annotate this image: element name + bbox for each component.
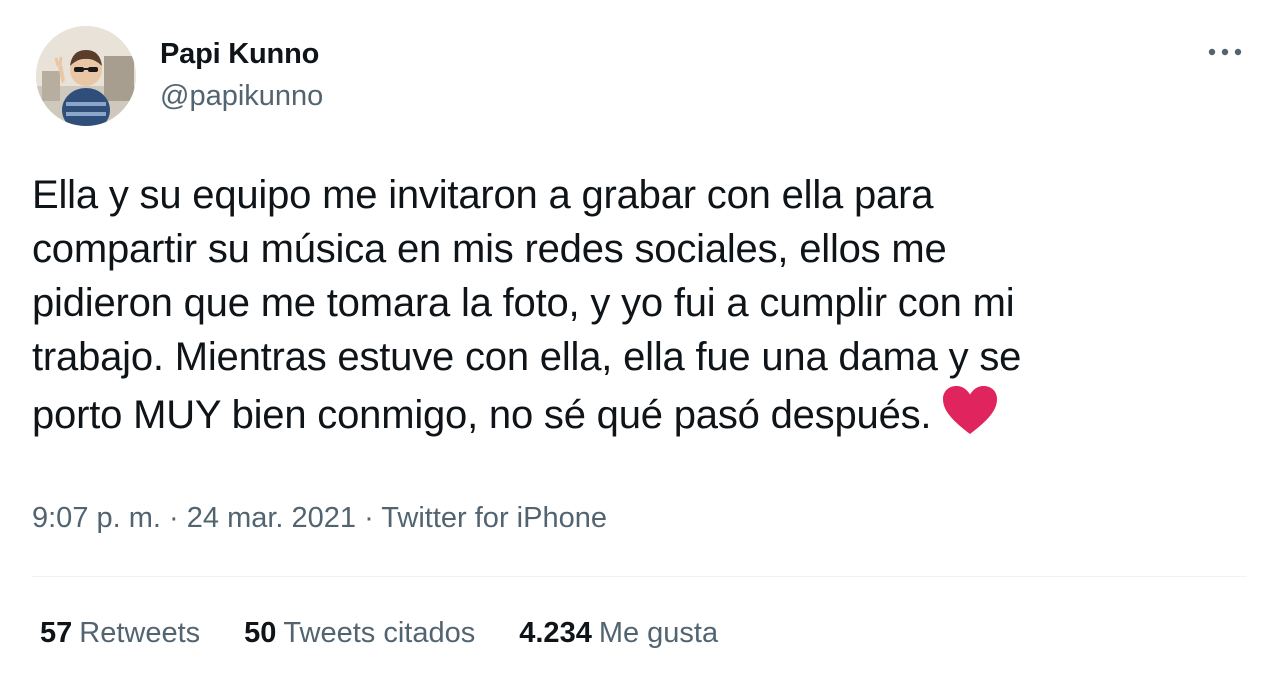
- likes-stat[interactable]: 4.234 Me gusta: [519, 617, 718, 650]
- likes-count: 4.234: [519, 617, 592, 649]
- tweet-text: Ella y su equipo me invitaron a grabar c…: [32, 168, 1247, 442]
- quote-tweets-label: Tweets citados: [283, 617, 476, 649]
- author-handle[interactable]: @papikunno: [160, 80, 323, 113]
- retweets-stat[interactable]: 57 Retweets: [40, 617, 200, 650]
- tweet-text-line: porto MUY bien conmigo, no sé qué pasó d…: [32, 393, 932, 437]
- tweet-time[interactable]: 9:07 p. m.: [32, 502, 161, 534]
- avatar[interactable]: [36, 26, 136, 126]
- meta-separator: ·: [356, 502, 382, 534]
- quote-tweets-count: 50: [244, 617, 277, 649]
- tweet-text-last-line: porto MUY bien conmigo, no sé qué pasó d…: [32, 384, 1247, 442]
- quote-tweets-stat[interactable]: 50 Tweets citados: [244, 617, 475, 650]
- retweets-count: 57: [40, 617, 73, 649]
- more-horizontal-icon: [1208, 48, 1242, 56]
- tweet-text-line: Ella y su equipo me invitaron a grabar c…: [32, 173, 934, 217]
- avatar-photo: [36, 26, 136, 126]
- author-display-name[interactable]: Papi Kunno: [160, 38, 319, 71]
- tweet-text-line: pidieron que me tomara la foto, y yo fui…: [32, 281, 1015, 325]
- tweet-text-line: compartir su música en mis redes sociale…: [32, 227, 947, 271]
- red-heart-emoji: [943, 386, 998, 434]
- retweets-label: Retweets: [79, 617, 201, 649]
- likes-label: Me gusta: [598, 617, 719, 649]
- tweet-date[interactable]: 24 mar. 2021: [187, 502, 356, 534]
- more-options-button[interactable]: [1200, 32, 1250, 72]
- meta-separator: ·: [160, 502, 187, 534]
- tweet-meta: 9:07 p. m. · 24 mar. 2021 · Twitter for …: [32, 502, 607, 535]
- tweet-stats: 57 Retweets 50 Tweets citados 4.234 Me gust…: [40, 617, 718, 650]
- tweet-source[interactable]: Twitter for iPhone: [381, 502, 607, 534]
- tweet-text-line: trabajo. Mientras estuve con ella, ella …: [32, 335, 1022, 379]
- divider: [32, 576, 1247, 577]
